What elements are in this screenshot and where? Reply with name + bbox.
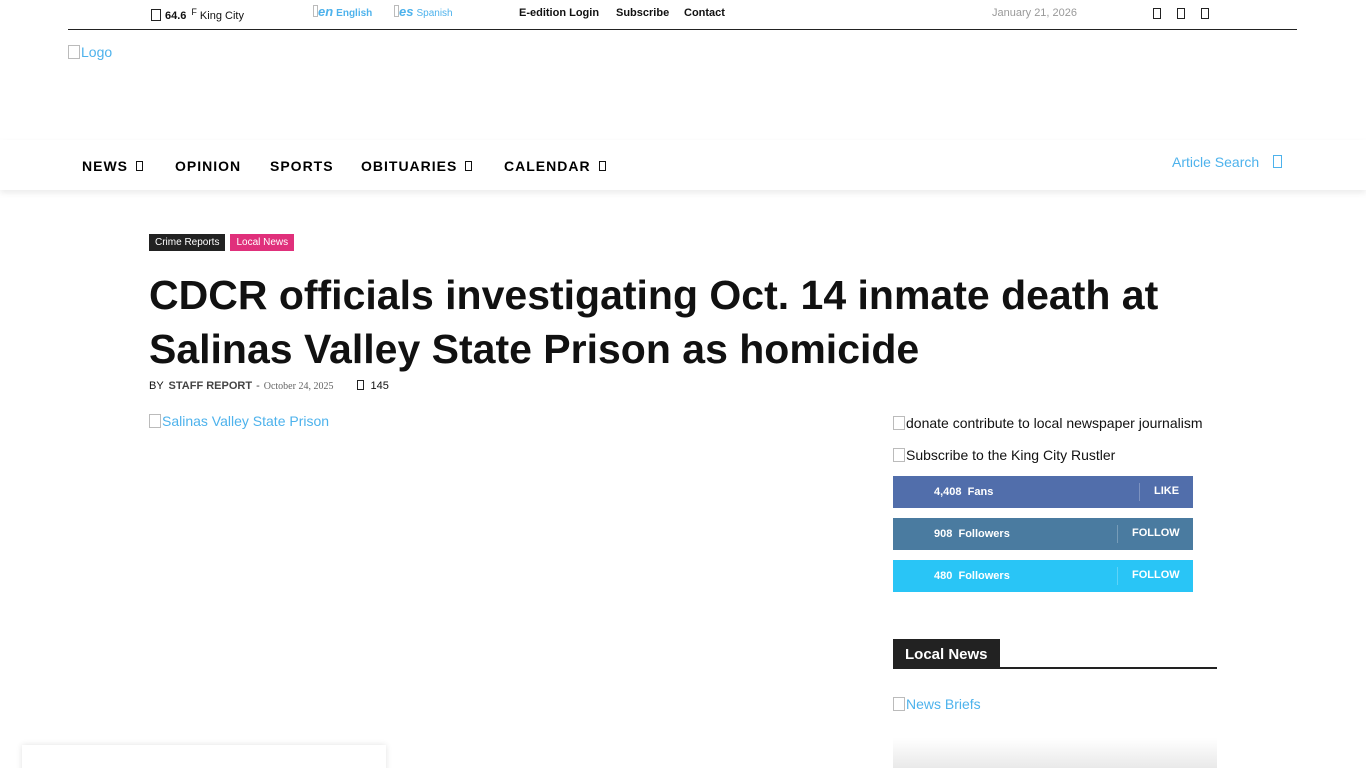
comment-icon[interactable] [357,380,365,390]
featured-image[interactable]: Salinas Valley State Prison [149,413,329,429]
nav-sports[interactable]: SPORTS [270,158,334,174]
donate-banner[interactable]: donate contribute to local newspaper jou… [893,415,1203,431]
local-news-header: Local News [893,639,1217,669]
broken-image-icon [68,45,80,59]
weather-widget: 64.6 F King City [151,7,244,22]
chevron-down-icon [598,161,606,171]
twitter-unit: Followers [958,528,1010,540]
broken-image-icon [893,416,905,430]
language-spanish[interactable]: es Spanish [394,4,453,19]
twitter-icon[interactable] [1201,8,1209,19]
category-crime-reports[interactable]: Crime Reports [149,234,226,251]
main-navigation: NEWS OPINION SPORTS OBITUARIES CALENDAR … [0,140,1366,190]
nav-calendar[interactable]: CALENDAR [504,158,606,174]
nav-news[interactable]: NEWS [82,158,143,174]
subscribe-link[interactable]: Subscribe [616,7,669,19]
facebook-count: 4,408 [934,486,962,498]
chevron-down-icon [136,161,143,171]
nav-opinion[interactable]: OPINION [175,158,241,174]
article-date: October 24, 2025 [263,381,334,392]
broken-image-icon [893,697,905,711]
instagram-icon[interactable] [1177,8,1185,19]
weather-icon [151,9,161,21]
category-tags: Crime Reports Local News [149,234,295,251]
temperature: 64.6 [165,10,187,22]
comment-count[interactable]: 145 [370,380,388,392]
weather-location: King City [199,10,244,22]
subscribe-banner[interactable]: Subscribe to the King City Rustler [893,447,1115,463]
broken-image-icon [149,414,161,428]
meta-separator: - [256,380,260,392]
instagram-followers-bar[interactable]: 480 Followers FOLLOW [893,560,1193,592]
facebook-like-button[interactable]: LIKE [1154,485,1179,497]
twitter-count: 908 [934,528,953,540]
instagram-unit: Followers [958,570,1010,582]
twitter-follow-button[interactable]: FOLLOW [1132,527,1180,539]
category-local-news[interactable]: Local News [230,234,295,251]
article-search-link[interactable]: Article Search [1172,154,1259,170]
eedition-login-link[interactable]: E-edition Login [519,7,599,19]
byline-prefix: BY [149,380,164,392]
facebook-unit: Fans [967,486,994,498]
broken-image-icon [893,448,905,462]
site-logo[interactable]: Logo [68,44,112,60]
facebook-fans-bar[interactable]: 4,408 Fans LIKE [893,476,1193,508]
article-meta: BY STAFF REPORT - October 24, 2025 145 [149,380,389,392]
article-title: CDCR officials investigating Oct. 14 inm… [149,272,1159,372]
instagram-count: 480 [934,570,953,582]
news-briefs-image[interactable]: News Briefs [893,696,981,712]
search-icon[interactable] [1273,155,1282,168]
instagram-follow-button[interactable]: FOLLOW [1132,569,1180,581]
degree-unit: F [191,7,197,17]
local-news-title: Local News [893,639,1000,669]
sidebar-card-fade [893,738,1217,768]
current-date: January 21, 2026 [992,7,1078,19]
nav-obituaries[interactable]: OBITUARIES [361,158,473,174]
language-english[interactable]: en English [313,4,372,19]
facebook-icon[interactable] [1153,8,1161,19]
author-link[interactable]: STAFF REPORT [169,380,253,392]
contact-link[interactable]: Contact [684,7,725,19]
chevron-down-icon [465,161,473,171]
twitter-followers-bar[interactable]: 908 Followers FOLLOW [893,518,1193,550]
top-bar: 64.6 F King City en English es Spanish E-edi… [68,0,1297,30]
floating-bottom-card[interactable] [22,745,386,768]
